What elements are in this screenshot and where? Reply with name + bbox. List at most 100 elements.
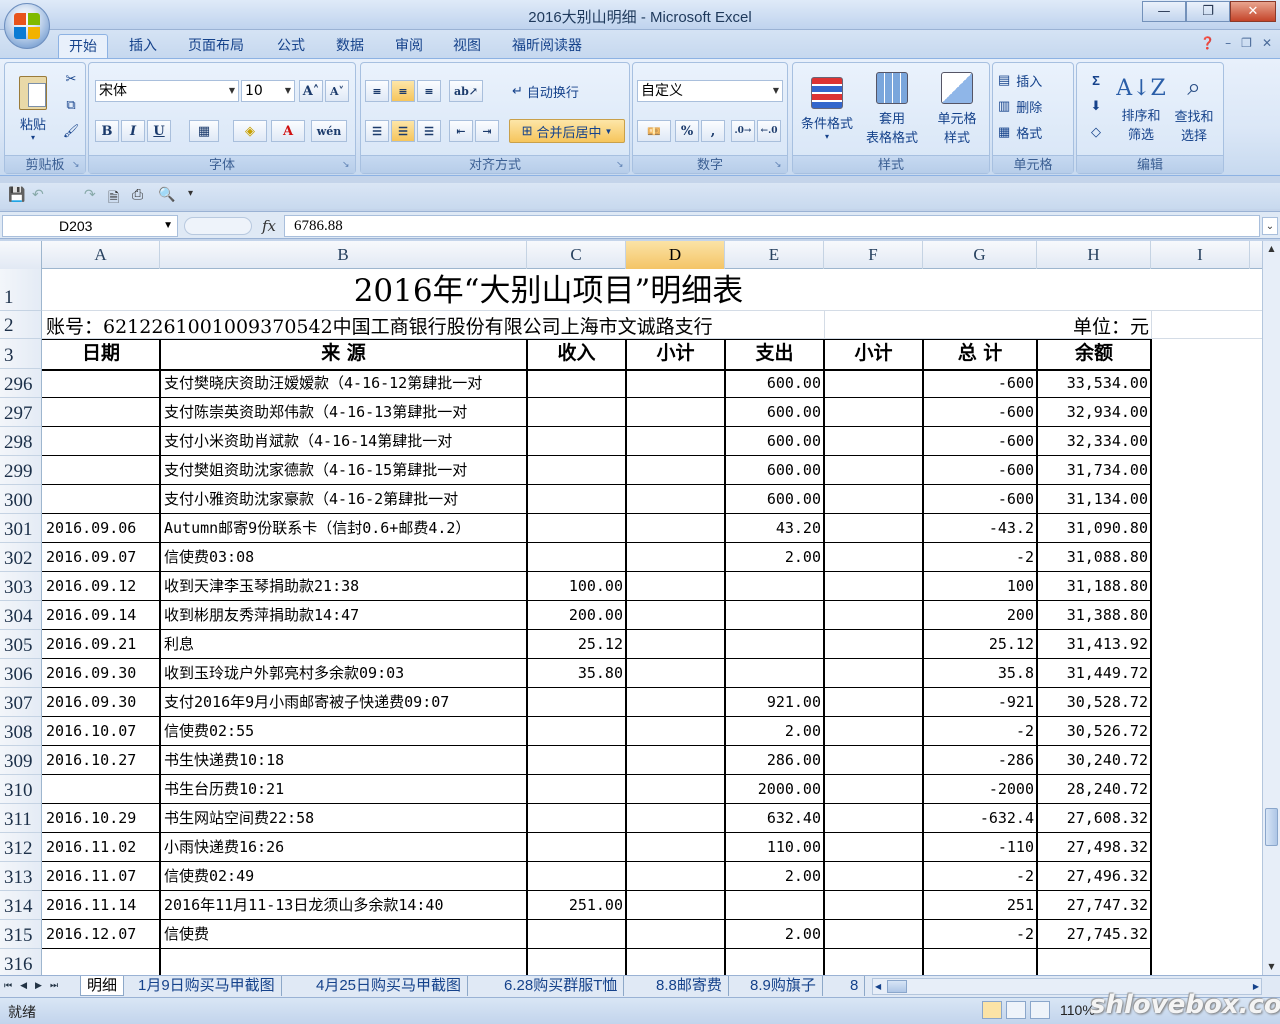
row-header[interactable]: 311 bbox=[0, 804, 42, 833]
date-cell[interactable] bbox=[42, 398, 160, 427]
income-cell[interactable]: 25.12 bbox=[527, 630, 626, 659]
align-top-icon[interactable]: ≡ bbox=[365, 80, 389, 102]
percent-button[interactable]: % bbox=[675, 120, 699, 142]
balance-cell[interactable]: 33,534.00 bbox=[1037, 369, 1151, 398]
clipboard-launcher-icon[interactable]: ↘ bbox=[72, 160, 82, 170]
sheet-tab[interactable]: 8.8邮寄费 bbox=[650, 976, 729, 996]
date-cell[interactable]: 2016.11.02 bbox=[42, 833, 160, 862]
source-cell[interactable]: 收到天津李玉琴捐助款21:38 bbox=[160, 572, 527, 601]
expense-cell[interactable]: 2.00 bbox=[725, 920, 824, 949]
date-cell[interactable]: 2016.09.21 bbox=[42, 630, 160, 659]
help-icon[interactable]: ❓ bbox=[1200, 36, 1215, 50]
column-header-g[interactable]: G bbox=[923, 241, 1037, 269]
row-header[interactable]: 309 bbox=[0, 746, 42, 775]
copy-icon[interactable]: ⧉ bbox=[61, 95, 81, 115]
balance-cell[interactable]: 31,134.00 bbox=[1037, 485, 1151, 514]
row-header[interactable]: 307 bbox=[0, 688, 42, 717]
source-cell[interactable] bbox=[160, 949, 527, 975]
total-cell[interactable]: -600 bbox=[923, 369, 1037, 398]
date-cell[interactable]: 2016.11.14 bbox=[42, 891, 160, 920]
row-header[interactable]: 308 bbox=[0, 717, 42, 746]
total-cell[interactable]: -2 bbox=[923, 862, 1037, 891]
print-preview-icon[interactable]: 🗎 bbox=[108, 187, 119, 211]
expense-cell[interactable]: 600.00 bbox=[725, 456, 824, 485]
column-header-h[interactable]: H bbox=[1037, 241, 1151, 269]
borders-icon[interactable]: ▦ bbox=[189, 120, 219, 142]
find-select-button[interactable]: ⌕ 查找和 选择 bbox=[1167, 67, 1221, 151]
expense-cell[interactable]: 632.40 bbox=[725, 804, 824, 833]
balance-cell[interactable]: 31,090.80 bbox=[1037, 514, 1151, 543]
income-cell[interactable]: 251.00 bbox=[527, 891, 626, 920]
sheet-tab[interactable]: 明细 bbox=[80, 976, 125, 996]
normal-view-icon[interactable] bbox=[982, 1001, 1002, 1019]
source-cell[interactable]: 收到玉玲珑户外郭亮村多余款09:03 bbox=[160, 659, 527, 688]
expense-cell[interactable]: 43.20 bbox=[725, 514, 824, 543]
total-cell[interactable]: 35.8 bbox=[923, 659, 1037, 688]
grow-font-button[interactable]: A˄ bbox=[299, 80, 323, 102]
increase-decimal-icon[interactable]: .0→ bbox=[731, 120, 755, 142]
date-cell[interactable]: 2016.09.30 bbox=[42, 688, 160, 717]
total-cell[interactable]: -286 bbox=[923, 746, 1037, 775]
save-icon[interactable]: 💾 bbox=[8, 187, 25, 203]
expense-cell[interactable]: 2000.00 bbox=[725, 775, 824, 804]
insert-cells-button[interactable]: ▤ 插入 bbox=[997, 69, 1071, 91]
print-icon[interactable]: ⎙ bbox=[132, 187, 143, 203]
orientation-icon[interactable]: ab↗ bbox=[449, 80, 483, 102]
balance-cell[interactable]: 27,608.32 bbox=[1037, 804, 1151, 833]
tab-review[interactable]: 审阅 bbox=[385, 34, 433, 58]
align-bottom-icon[interactable]: ≡ bbox=[417, 80, 441, 102]
merge-center-button[interactable]: ⊞ 合并后居中 ▼ bbox=[509, 119, 625, 143]
next-sheet-icon[interactable]: ▶ bbox=[35, 977, 42, 995]
source-cell[interactable]: 信使费03:08 bbox=[160, 543, 527, 572]
expense-cell[interactable]: 600.00 bbox=[725, 427, 824, 456]
source-cell[interactable]: 2016年11月11-13日龙须山多余款14:40 bbox=[160, 891, 527, 920]
font-name-combo[interactable]: 宋体 ▼ bbox=[95, 80, 239, 102]
balance-cell[interactable]: 31,413.92 bbox=[1037, 630, 1151, 659]
restore-doc-icon[interactable]: ❐ bbox=[1241, 36, 1252, 50]
number-launcher-icon[interactable]: ↘ bbox=[774, 160, 784, 170]
expense-cell[interactable]: 2.00 bbox=[725, 862, 824, 891]
row-header[interactable]: 302 bbox=[0, 543, 42, 572]
balance-cell[interactable]: 31,449.72 bbox=[1037, 659, 1151, 688]
date-cell[interactable] bbox=[42, 775, 160, 804]
format-as-table-button[interactable]: 套用 表格格式 bbox=[861, 67, 923, 151]
align-left-icon[interactable]: ☰ bbox=[365, 120, 389, 142]
expense-cell[interactable]: 2.00 bbox=[725, 543, 824, 572]
prev-sheet-icon[interactable]: ◀ bbox=[20, 977, 27, 995]
paste-button[interactable]: 粘贴 ▾ bbox=[9, 67, 57, 151]
expense-cell[interactable] bbox=[725, 949, 824, 975]
scroll-down-icon[interactable]: ▼ bbox=[1263, 959, 1280, 975]
row-header[interactable]: 297 bbox=[0, 398, 42, 427]
format-cells-button[interactable]: ▦ 格式 bbox=[997, 121, 1071, 143]
row-header-3[interactable]: 3 bbox=[0, 339, 42, 369]
source-cell[interactable]: 支付小雅资助沈家豪款（4-16-2第肆批一对 bbox=[160, 485, 527, 514]
source-cell[interactable]: 支付小米资助肖斌款（4-16-14第肆批一对 bbox=[160, 427, 527, 456]
font-size-combo[interactable]: 10 ▼ bbox=[241, 80, 295, 102]
balance-cell[interactable]: 31,388.80 bbox=[1037, 601, 1151, 630]
income-cell[interactable] bbox=[527, 833, 626, 862]
customize-qat-icon[interactable]: ▾ bbox=[188, 188, 193, 199]
date-cell[interactable] bbox=[42, 456, 160, 485]
align-middle-icon[interactable]: ≡ bbox=[391, 80, 415, 102]
wrap-text-button[interactable]: ↵ 自动换行 bbox=[511, 80, 611, 102]
column-header-b[interactable]: B bbox=[160, 241, 527, 269]
total-cell[interactable]: -43.2 bbox=[923, 514, 1037, 543]
source-cell[interactable]: 信使费02:49 bbox=[160, 862, 527, 891]
italic-button[interactable]: I bbox=[121, 120, 145, 142]
close-button[interactable]: ✕ bbox=[1230, 1, 1276, 22]
total-cell[interactable]: 200 bbox=[923, 601, 1037, 630]
income-cell[interactable]: 200.00 bbox=[527, 601, 626, 630]
total-cell[interactable]: -600 bbox=[923, 456, 1037, 485]
row-header[interactable]: 314 bbox=[0, 891, 42, 920]
source-cell[interactable]: 小雨快递费16:26 bbox=[160, 833, 527, 862]
total-cell[interactable]: -921 bbox=[923, 688, 1037, 717]
shrink-font-button[interactable]: A˅ bbox=[325, 80, 349, 102]
source-cell[interactable]: 支付2016年9月小雨邮寄被子快递费09:07 bbox=[160, 688, 527, 717]
sort-filter-button[interactable]: A↓Z 排序和 筛选 bbox=[1115, 67, 1167, 151]
income-cell[interactable] bbox=[527, 804, 626, 833]
currency-icon[interactable]: 💴 bbox=[637, 120, 671, 142]
expense-cell[interactable]: 600.00 bbox=[725, 398, 824, 427]
formula-input[interactable]: 6786.88 bbox=[284, 215, 1260, 237]
source-cell[interactable]: 支付樊晓庆资助汪嫒嫒款（4-16-12第肆批一对 bbox=[160, 369, 527, 398]
balance-cell[interactable]: 27,498.32 bbox=[1037, 833, 1151, 862]
